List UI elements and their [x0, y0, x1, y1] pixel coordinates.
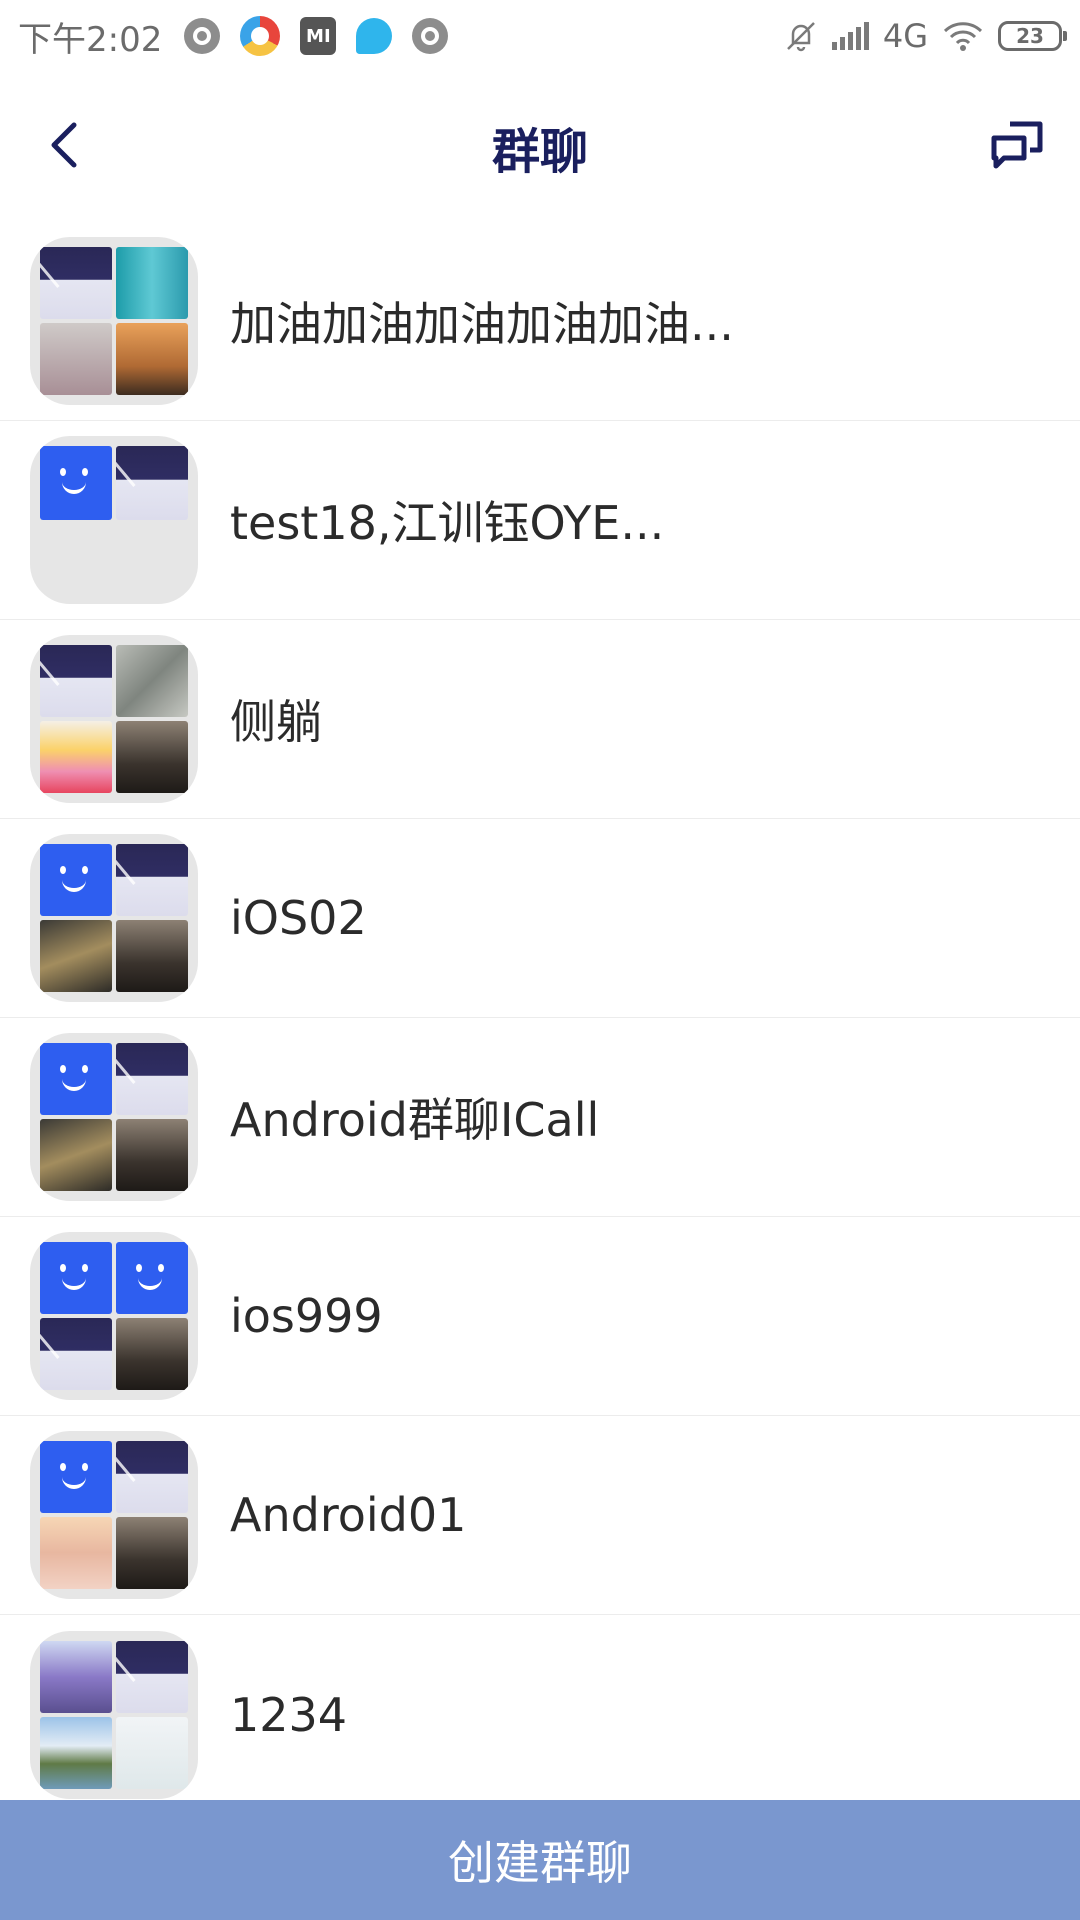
circle-app-icon: [412, 18, 449, 54]
group-avatar: [30, 1232, 198, 1400]
list-item[interactable]: ios999: [0, 1217, 1080, 1416]
status-time: 下午2:02: [18, 19, 163, 60]
list-item[interactable]: Android群聊ICall: [0, 1018, 1080, 1217]
group-name: 1234: [230, 1687, 348, 1742]
group-name: iOS02: [230, 891, 367, 945]
page-title: 群聊: [491, 124, 588, 180]
header: 群聊: [0, 72, 1080, 222]
group-name: Android01: [230, 1488, 467, 1542]
group-avatar: [30, 237, 198, 405]
group-avatar: [30, 1431, 198, 1599]
battery-level: 23: [1016, 24, 1044, 48]
mute-icon: [786, 22, 815, 52]
circle-app-icon: [184, 18, 221, 54]
group-name: 加油加油加油加油加油...: [230, 297, 734, 351]
group-name: Android群聊ICall: [230, 1093, 600, 1147]
list-item[interactable]: 侧躺: [0, 620, 1080, 819]
wifi-icon: [943, 22, 983, 51]
group-name: ios999: [230, 1289, 383, 1343]
list-item[interactable]: Android01: [0, 1416, 1080, 1615]
group-avatar: [30, 834, 198, 1002]
group-name: test18,江训钰OYE...: [230, 496, 665, 550]
group-avatar: [30, 436, 198, 604]
group-name: 侧躺: [230, 695, 322, 749]
group-avatar: [30, 1033, 198, 1201]
mi-store-icon: MI: [300, 17, 337, 55]
list-item[interactable]: iOS02: [0, 819, 1080, 1018]
list-item[interactable]: 加油加油加油加油加油...: [0, 222, 1080, 421]
signal-icon: [831, 22, 869, 50]
create-group-button[interactable]: 创建群聊: [0, 1800, 1080, 1920]
new-chat-icon: [991, 121, 1043, 169]
group-list: 加油加油加油加油加油... test18,江训钰OYE... 侧躺 iOS02 …: [0, 222, 1080, 1814]
network-type: 4G: [882, 17, 928, 55]
battery-icon: 23: [998, 21, 1067, 51]
bird-app-icon: [356, 18, 393, 54]
list-item[interactable]: 1234: [0, 1615, 1080, 1814]
group-avatar: [30, 635, 198, 803]
browser-icon: [240, 16, 281, 56]
list-item[interactable]: test18,江训钰OYE...: [0, 421, 1080, 620]
new-chat-button[interactable]: [984, 112, 1050, 178]
status-indicators: 4G 23: [784, 17, 1067, 55]
group-avatar: [30, 1630, 198, 1799]
status-bar: 下午2:02 MI 4G 23: [0, 0, 1080, 72]
